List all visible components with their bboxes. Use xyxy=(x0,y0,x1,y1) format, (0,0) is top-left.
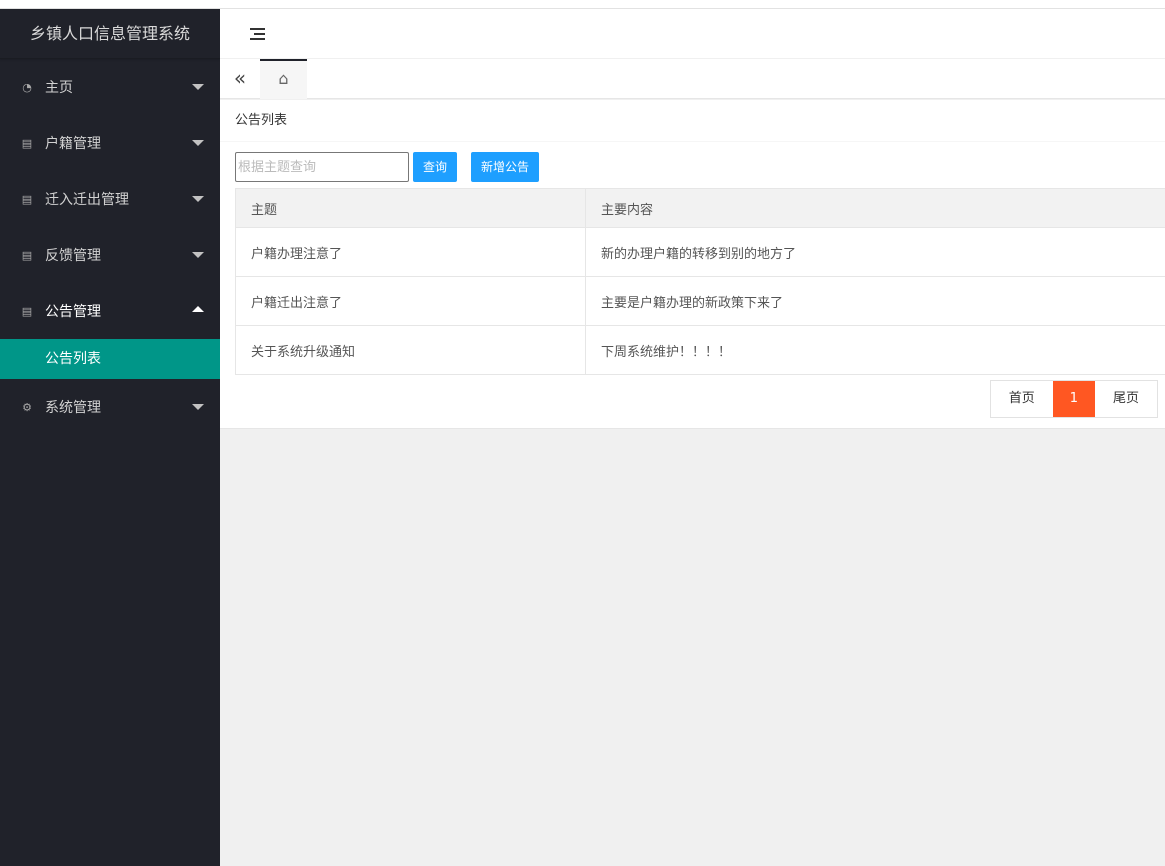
dashboard-icon: ◔ xyxy=(20,81,34,94)
chevron-down-icon xyxy=(192,140,204,146)
add-notice-button[interactable]: 新增公告 xyxy=(471,152,539,182)
sidebar-item-feedback[interactable]: ▤ 反馈管理 xyxy=(0,227,220,283)
sidebar-item-label: 户籍管理 xyxy=(45,133,101,153)
app-title: 乡镇人口信息管理系统 xyxy=(0,9,220,59)
sidebar-item-label: 主页 xyxy=(45,77,73,97)
column-header: 主题 xyxy=(236,189,586,228)
cell-subject: 户籍办理注意了 xyxy=(236,228,586,277)
cell-subject: 关于系统升级通知 xyxy=(236,326,586,375)
chevron-down-icon xyxy=(192,84,204,90)
last-page-button[interactable]: 尾页 xyxy=(1095,381,1157,417)
sidebar-item-migration[interactable]: ▤ 迁入迁出管理 xyxy=(0,171,220,227)
document-icon: ▤ xyxy=(20,249,34,262)
sidebar-item-notice[interactable]: ▤ 公告管理 xyxy=(0,283,220,339)
cell-content: 新的办理户籍的转移到别的地方了 xyxy=(586,228,1165,277)
tab-home[interactable]: ⌂ xyxy=(260,59,307,99)
sidebar-item-label: 公告管理 xyxy=(45,301,101,321)
gear-icon: ⚙ xyxy=(20,401,34,414)
chevron-down-icon xyxy=(192,196,204,202)
notice-card: 公告列表 查询 新增公告 主题主要内容 户籍办理注意了新的办理户籍的转移到别的地… xyxy=(220,100,1165,429)
chevron-down-icon xyxy=(192,404,204,410)
table-row: 关于系统升级通知下周系统维护！！！！ xyxy=(236,326,1165,375)
sidebar-item-home[interactable]: ◔ 主页 xyxy=(0,59,220,115)
cell-subject: 户籍迁出注意了 xyxy=(236,277,586,326)
card-title: 公告列表 xyxy=(220,100,1165,142)
column-header: 主要内容 xyxy=(586,189,1165,228)
cell-content: 主要是户籍办理的新政策下来了 xyxy=(586,277,1165,326)
sidebar-item-household[interactable]: ▤ 户籍管理 xyxy=(0,115,220,171)
double-chevron-left-icon[interactable]: « xyxy=(220,59,260,99)
main-area: « ⌂ 公告列表 查询 新增公告 主题主要内容 户籍办理注意了新的办理户籍的转移… xyxy=(220,9,1165,866)
notice-table: 主题主要内容 户籍办理注意了新的办理户籍的转移到别的地方了 户籍迁出注意了主要是… xyxy=(235,188,1165,375)
sidebar-item-label: 迁入迁出管理 xyxy=(45,189,129,209)
cell-content: 下周系统维护！！！！ xyxy=(586,326,1165,375)
table-row: 户籍迁出注意了主要是户籍办理的新政策下来了 xyxy=(236,277,1165,326)
document-icon: ▤ xyxy=(20,137,34,150)
document-icon: ▤ xyxy=(20,193,34,206)
search-input[interactable] xyxy=(235,152,409,182)
sidebar-item-system[interactable]: ⚙ 系统管理 xyxy=(0,379,220,435)
table-row: 户籍办理注意了新的办理户籍的转移到别的地方了 xyxy=(236,228,1165,277)
toolbar: 查询 新增公告 xyxy=(235,152,539,182)
header xyxy=(220,9,1165,59)
sidebar-item-label: 反馈管理 xyxy=(45,245,101,265)
browser-bookmarks-strip xyxy=(0,0,1165,9)
sidebar: 乡镇人口信息管理系统 ◔ 主页 ▤ 户籍管理 ▤ 迁入迁出管理 ▤ 反馈管理 ▤ 公告管理… xyxy=(0,9,220,866)
current-page[interactable]: 1 xyxy=(1053,381,1095,417)
first-page-button[interactable]: 首页 xyxy=(991,381,1053,417)
search-button[interactable]: 查询 xyxy=(413,152,457,182)
tab-bar: « ⌂ xyxy=(220,59,1165,99)
sidebar-toggle-icon[interactable] xyxy=(250,28,265,43)
sidebar-item-label: 系统管理 xyxy=(45,397,101,417)
pagination: 首页 1 尾页 xyxy=(990,380,1158,418)
home-icon: ⌂ xyxy=(278,69,288,88)
sidebar-subitem-notice-list[interactable]: 公告列表 xyxy=(0,339,220,379)
chevron-down-icon xyxy=(192,252,204,258)
chevron-up-icon xyxy=(192,306,204,312)
document-icon: ▤ xyxy=(20,305,34,318)
